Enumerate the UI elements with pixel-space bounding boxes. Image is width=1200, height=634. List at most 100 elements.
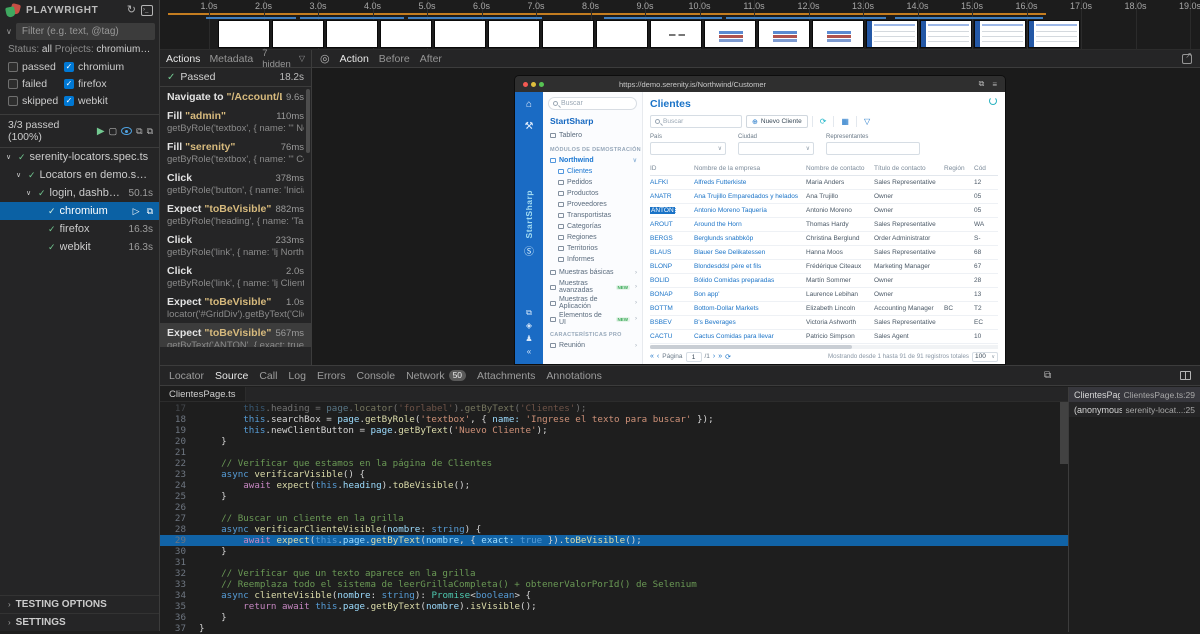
checkbox-skipped[interactable]: skipped bbox=[8, 95, 64, 107]
filmstrip-thumbnail[interactable] bbox=[1028, 20, 1080, 48]
copy-icon[interactable]: ⧉ bbox=[147, 206, 153, 217]
code-editor[interactable]: 17 this.heading = page.locator('forlabel… bbox=[160, 402, 1068, 634]
code-line[interactable]: 24 await expect(this.heading).toBeVisibl… bbox=[160, 480, 1068, 491]
checkbox-chromium[interactable]: ✓chromium bbox=[64, 61, 151, 73]
code-line[interactable]: 17 this.heading = page.locator('forlabel… bbox=[160, 403, 1068, 414]
code-line[interactable]: 25 } bbox=[160, 491, 1068, 502]
action-item[interactable]: Click233msgetByRole('link', { name: 'lj … bbox=[160, 230, 311, 261]
code-line[interactable]: 29 await expect(this.page.getByText(nomb… bbox=[160, 535, 1068, 546]
tab-console[interactable]: Console bbox=[357, 370, 396, 382]
code-line[interactable]: 30 } bbox=[160, 546, 1068, 557]
code-line[interactable]: 18 this.searchBox = page.getByRole('text… bbox=[160, 414, 1068, 425]
checkbox-webkit[interactable]: ✓webkit bbox=[64, 95, 151, 107]
tab-metadata[interactable]: Metadata bbox=[209, 53, 253, 65]
tree-item-login-dashboard-y-n-[interactable]: ∨✓login, dashboard y n...50.1s bbox=[0, 184, 159, 202]
action-item[interactable]: Fill "admin"110msgetByRole('textbox', { … bbox=[160, 106, 311, 137]
code-line[interactable]: 27 // Buscar un cliente en la grilla bbox=[160, 513, 1068, 524]
filmstrip-thumbnail[interactable] bbox=[218, 20, 270, 48]
filmstrip-thumbnail[interactable] bbox=[650, 20, 702, 48]
code-line[interactable]: 33 // Reemplaza todo el sistema de leerG… bbox=[160, 579, 1068, 590]
chevron-down-icon[interactable]: ∨ bbox=[6, 27, 12, 36]
checkbox-failed[interactable]: failed bbox=[8, 78, 64, 90]
code-line[interactable]: 22 // Verificar que estamos en la página… bbox=[160, 458, 1068, 469]
tree-item-serenity-locators-spec-ts[interactable]: ∨✓serenity-locators.spec.ts bbox=[0, 148, 159, 166]
tab-source[interactable]: Source bbox=[215, 370, 248, 382]
tab-errors[interactable]: Errors bbox=[317, 370, 346, 382]
tree-item-firefox[interactable]: ✓firefox16.3s bbox=[0, 220, 159, 238]
tab-actions[interactable]: Actions bbox=[166, 53, 200, 65]
action-item[interactable]: Navigate to "/Account/Login"9.6s bbox=[160, 87, 311, 106]
filmstrip-thumbnail[interactable] bbox=[380, 20, 432, 48]
action-item[interactable]: Fill "serenity"76msgetByRole('textbox', … bbox=[160, 137, 311, 168]
watch-eye-icon[interactable] bbox=[121, 127, 132, 135]
stop-icon[interactable]: ▢ bbox=[109, 126, 118, 137]
tab-attachments[interactable]: Attachments bbox=[477, 370, 535, 382]
filmstrip-thumbnail[interactable] bbox=[488, 20, 540, 48]
play-icon[interactable]: ▷ bbox=[133, 206, 140, 217]
section-settings[interactable]: › SETTINGS bbox=[0, 613, 159, 631]
filmstrip-thumbnail[interactable] bbox=[920, 20, 972, 48]
tab-action[interactable]: Action bbox=[340, 53, 369, 65]
unchecked-checkbox-icon[interactable] bbox=[8, 62, 18, 72]
filter-input[interactable]: Filter (e.g. text, @tag) bbox=[16, 23, 155, 40]
code-line[interactable]: 36 } bbox=[160, 612, 1068, 623]
unchecked-checkbox-icon[interactable] bbox=[8, 96, 18, 106]
code-line[interactable]: 20 } bbox=[160, 436, 1068, 447]
code-line[interactable]: 28 async verificarClienteVisible(nombre:… bbox=[160, 524, 1068, 535]
reload-icon[interactable]: ↻ bbox=[127, 5, 136, 16]
split-view-icon[interactable] bbox=[1180, 371, 1191, 380]
source-file-tab[interactable]: ClientesPage.ts bbox=[160, 387, 246, 401]
stack-frame[interactable]: ClientesPage....ClientesPage.ts:29 bbox=[1069, 387, 1200, 402]
action-item[interactable]: Expect "toBeVisible"1.0slocator('#GridDi… bbox=[160, 292, 311, 323]
code-line[interactable]: 32 // Verificar que un texto aparece en … bbox=[160, 568, 1068, 579]
expand-all-icon[interactable]: ⧉ bbox=[147, 126, 153, 137]
filmstrip-thumbnail[interactable] bbox=[704, 20, 756, 48]
timeline-filmstrip[interactable]: 1.0s2.0s3.0s4.0s5.0s6.0s7.0s8.0s9.0s10.0… bbox=[160, 0, 1200, 50]
tab-before[interactable]: Before bbox=[379, 53, 410, 65]
filmstrip-thumbnail[interactable] bbox=[542, 20, 594, 48]
section-testing-options[interactable]: › TESTING OPTIONS bbox=[0, 595, 159, 613]
tab-network[interactable]: Network50 bbox=[406, 370, 466, 382]
collapse-all-icon[interactable]: ⧉ bbox=[136, 126, 142, 137]
actions-scrollbar[interactable] bbox=[306, 89, 310, 153]
tab-after[interactable]: After bbox=[420, 53, 442, 65]
code-line[interactable]: 35 return await this.page.getByText(nomb… bbox=[160, 601, 1068, 612]
terminal-icon[interactable]: ›_ bbox=[141, 5, 153, 16]
stack-frame[interactable]: (anonymous)serenity-locat...:25 bbox=[1069, 402, 1200, 417]
action-item[interactable]: Click2.0sgetByRole('link', { name: 'lj C… bbox=[160, 261, 311, 292]
code-line[interactable]: 19 this.newClientButton = page.getByText… bbox=[160, 425, 1068, 436]
code-line[interactable]: 31 bbox=[160, 557, 1068, 568]
tree-item-webkit[interactable]: ✓webkit16.3s bbox=[0, 238, 159, 256]
code-line[interactable]: 26 bbox=[160, 502, 1068, 513]
filmstrip-thumbnail[interactable] bbox=[272, 20, 324, 48]
tab-annotations[interactable]: Annotations bbox=[546, 370, 601, 382]
tree-item-locators-en-demo-serenity-is-[interactable]: ∨✓Locators en demo.serenity.is - ... bbox=[0, 166, 159, 184]
checked-checkbox-icon[interactable]: ✓ bbox=[64, 79, 74, 89]
checked-checkbox-icon[interactable]: ✓ bbox=[64, 96, 74, 106]
filmstrip-thumbnail[interactable] bbox=[596, 20, 648, 48]
code-line[interactable]: 21 bbox=[160, 447, 1068, 458]
unchecked-checkbox-icon[interactable] bbox=[8, 79, 18, 89]
checkbox-passed[interactable]: passed bbox=[8, 61, 64, 73]
filmstrip-thumbnail[interactable] bbox=[758, 20, 810, 48]
code-line[interactable]: 37} bbox=[160, 623, 1068, 634]
action-item[interactable]: Expect "toBeVisible"882msgetByRole('head… bbox=[160, 199, 311, 230]
filmstrip-thumbnail[interactable] bbox=[326, 20, 378, 48]
checkbox-firefox[interactable]: ✓firefox bbox=[64, 78, 151, 90]
code-scrollbar[interactable] bbox=[1060, 402, 1068, 632]
tree-item-chromium[interactable]: ✓chromium▷⧉ bbox=[0, 202, 159, 220]
filmstrip-thumbnail[interactable] bbox=[812, 20, 864, 48]
copy-icon[interactable]: ⧉ bbox=[1044, 370, 1051, 381]
open-external-icon[interactable] bbox=[1182, 54, 1192, 64]
filmstrip-thumbnail[interactable] bbox=[974, 20, 1026, 48]
filmstrip-thumbnail[interactable] bbox=[866, 20, 918, 48]
filmstrip-thumbnail[interactable] bbox=[434, 20, 486, 48]
tab-locator[interactable]: Locator bbox=[169, 370, 204, 382]
code-line[interactable]: 34 async clienteVisible(nombre: string):… bbox=[160, 590, 1068, 601]
tab-log[interactable]: Log bbox=[288, 370, 306, 382]
pick-locator-icon[interactable]: ◎ bbox=[320, 52, 330, 65]
code-line[interactable]: 23 async verificarVisible() { bbox=[160, 469, 1068, 480]
filter-funnel-icon[interactable]: ▽ bbox=[299, 54, 305, 63]
tab-call[interactable]: Call bbox=[259, 370, 277, 382]
action-item[interactable]: Click378msgetByRole('button', { name: 'I… bbox=[160, 168, 311, 199]
